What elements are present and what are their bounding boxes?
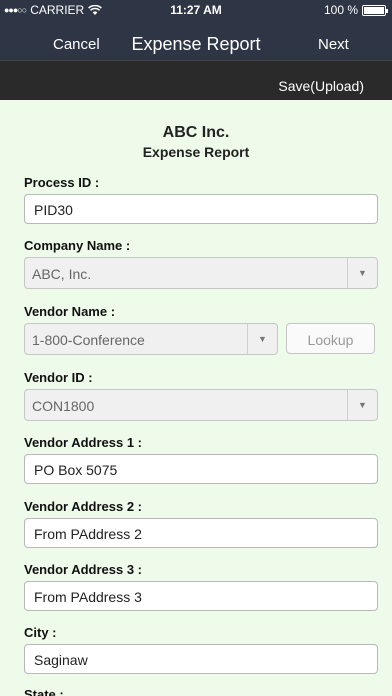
dropdown-caret-icon: ▼: [247, 324, 277, 354]
vendor-address-2-label: Vendor Address 2 :: [24, 499, 142, 514]
company-name-label: Company Name :: [24, 238, 131, 253]
vendor-id-select[interactable]: CON1800 ▼: [24, 389, 378, 421]
vendor-name-label: Vendor Name :: [24, 304, 116, 319]
city-field[interactable]: Saginaw: [24, 644, 378, 674]
dropdown-caret-icon: ▼: [347, 258, 377, 288]
company-name-value: ABC, Inc.: [32, 266, 92, 282]
process-id-label: Process ID :: [24, 175, 100, 190]
vendor-id-label: Vendor ID :: [24, 370, 93, 385]
report-subtitle: Expense Report: [142, 144, 250, 160]
navigation-bar: Cancel Expense Report Next: [0, 20, 392, 60]
city-label: City :: [24, 625, 57, 640]
vendor-address-1-label: Vendor Address 1 :: [24, 435, 142, 450]
dropdown-caret-icon: ▼: [347, 390, 377, 420]
company-title: ABC Inc.: [162, 124, 230, 141]
next-button[interactable]: Next: [318, 36, 349, 53]
vendor-address-3-field[interactable]: From PAddress 3: [24, 581, 378, 611]
vendor-address-3-label: Vendor Address 3 :: [24, 562, 142, 577]
vendor-address-1-field[interactable]: PO Box 5075: [24, 454, 378, 484]
toolbar: Save(Upload): [0, 60, 392, 100]
status-right: 100 %: [323, 3, 388, 17]
vendor-name-select[interactable]: 1-800-Conference ▼: [24, 323, 278, 355]
battery-percent: 100 %: [323, 3, 358, 17]
vendor-id-value: CON1800: [32, 398, 95, 414]
lookup-button[interactable]: Lookup: [286, 323, 375, 354]
company-name-select[interactable]: ABC, Inc. ▼: [24, 257, 378, 289]
vendor-address-2-field[interactable]: From PAddress 2: [24, 518, 378, 548]
vendor-name-value: 1-800-Conference: [32, 332, 145, 348]
battery-icon: [362, 4, 388, 16]
process-id-field[interactable]: PID30: [24, 194, 378, 224]
status-bar: ●●●○○ CARRIER 11:27 AM 100 %: [0, 0, 392, 20]
save-upload-button[interactable]: Save(Upload): [278, 78, 364, 94]
state-label: State :: [24, 687, 64, 696]
